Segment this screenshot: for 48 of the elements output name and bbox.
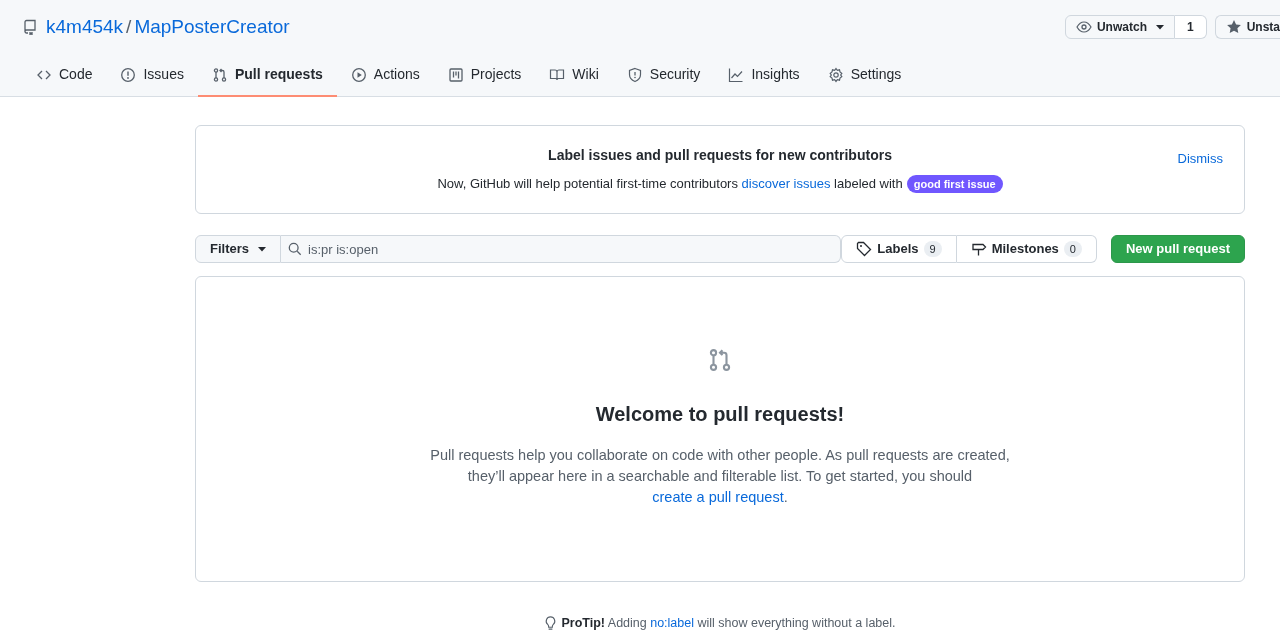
play-circle-icon <box>350 66 367 83</box>
nav-tab[interactable]: Pull requests <box>197 54 337 97</box>
circle-dot-icon <box>120 66 137 83</box>
nav-tab[interactable]: Security <box>612 54 715 97</box>
eye-icon <box>1075 19 1092 35</box>
filters-button[interactable]: Filters <box>195 235 281 263</box>
signpost-icon <box>970 241 987 257</box>
labels-button[interactable]: Labels 9 <box>841 235 957 263</box>
nav-tab[interactable]: Projects <box>433 54 536 97</box>
repo-icon <box>22 19 38 35</box>
labels-count: 9 <box>923 240 942 258</box>
search-field[interactable]: is:pr is:open <box>281 235 841 263</box>
repo-owner-link[interactable]: k4m454k <box>46 12 124 42</box>
nav-tab[interactable]: Code <box>22 54 107 97</box>
milestones-count: 0 <box>1063 240 1082 258</box>
nav-tab[interactable]: Settings <box>813 54 916 97</box>
shield-icon <box>626 66 643 83</box>
discover-issues-link[interactable]: discover issues <box>741 176 831 192</box>
star-button[interactable]: Unsta <box>1214 15 1280 39</box>
dismiss-link[interactable]: Dismiss <box>1177 149 1223 169</box>
tag-icon <box>856 241 873 257</box>
watch-button[interactable]: Unwatch <box>1064 15 1175 39</box>
milestones-button[interactable]: Milestones 0 <box>956 235 1097 263</box>
pull-request-icon <box>211 66 228 83</box>
issue-label[interactable]: good first issue <box>906 174 1003 194</box>
board-icon <box>447 66 464 83</box>
light-bulb-icon <box>544 615 558 630</box>
notice-title: Label issues and pull requests for new contributors <box>548 146 892 166</box>
watchers-count[interactable]: 1 <box>1174 15 1207 39</box>
nav-tab[interactable]: Insights <box>714 54 814 97</box>
blankslate-text: Pull requests help you collaborate on code with other people. As pull requests are created, they’ll appear here in a searchable and filterable list. To get started, you should create a pull request. <box>430 446 1010 507</box>
protip-text: ProTip! Adding no:label will show everything without a label. <box>561 615 896 630</box>
nav-tab[interactable]: Actions <box>336 54 434 97</box>
caret-icon <box>1155 24 1164 30</box>
repo-name-link[interactable]: MapPosterCreator <box>134 12 290 42</box>
book-icon <box>549 66 566 83</box>
path-separator: / <box>126 14 132 39</box>
blankslate-title: Welcome to pull requests! <box>595 402 845 427</box>
pull-request-icon <box>707 347 733 373</box>
caret-icon <box>258 246 266 252</box>
create-pull-request-link[interactable]: create a pull request <box>652 489 784 505</box>
star-icon <box>1225 19 1242 35</box>
nav-tab[interactable]: Issues <box>106 54 198 97</box>
nav-tab[interactable]: Wiki <box>535 54 613 97</box>
no-label-link[interactable]: no:label <box>650 616 694 630</box>
line-graph-icon <box>728 66 745 83</box>
notice-text: Now, GitHub will help potential first-time contributors discover issues labeled with <box>437 175 903 194</box>
settings-icon <box>827 66 844 83</box>
